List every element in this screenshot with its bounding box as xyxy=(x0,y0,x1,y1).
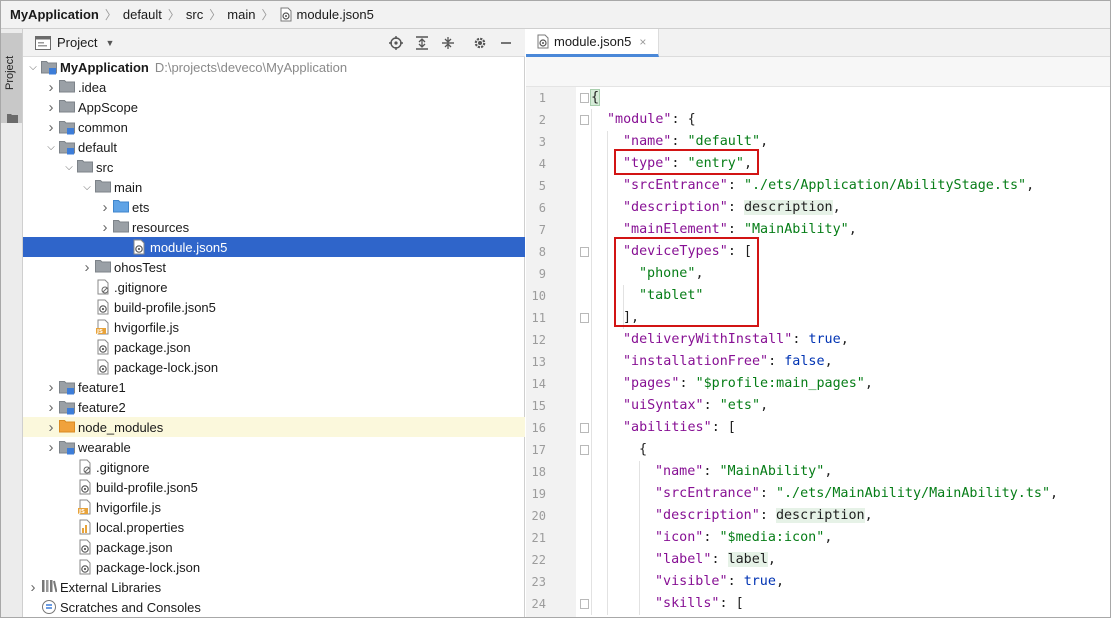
window-frame xyxy=(0,0,1111,618)
